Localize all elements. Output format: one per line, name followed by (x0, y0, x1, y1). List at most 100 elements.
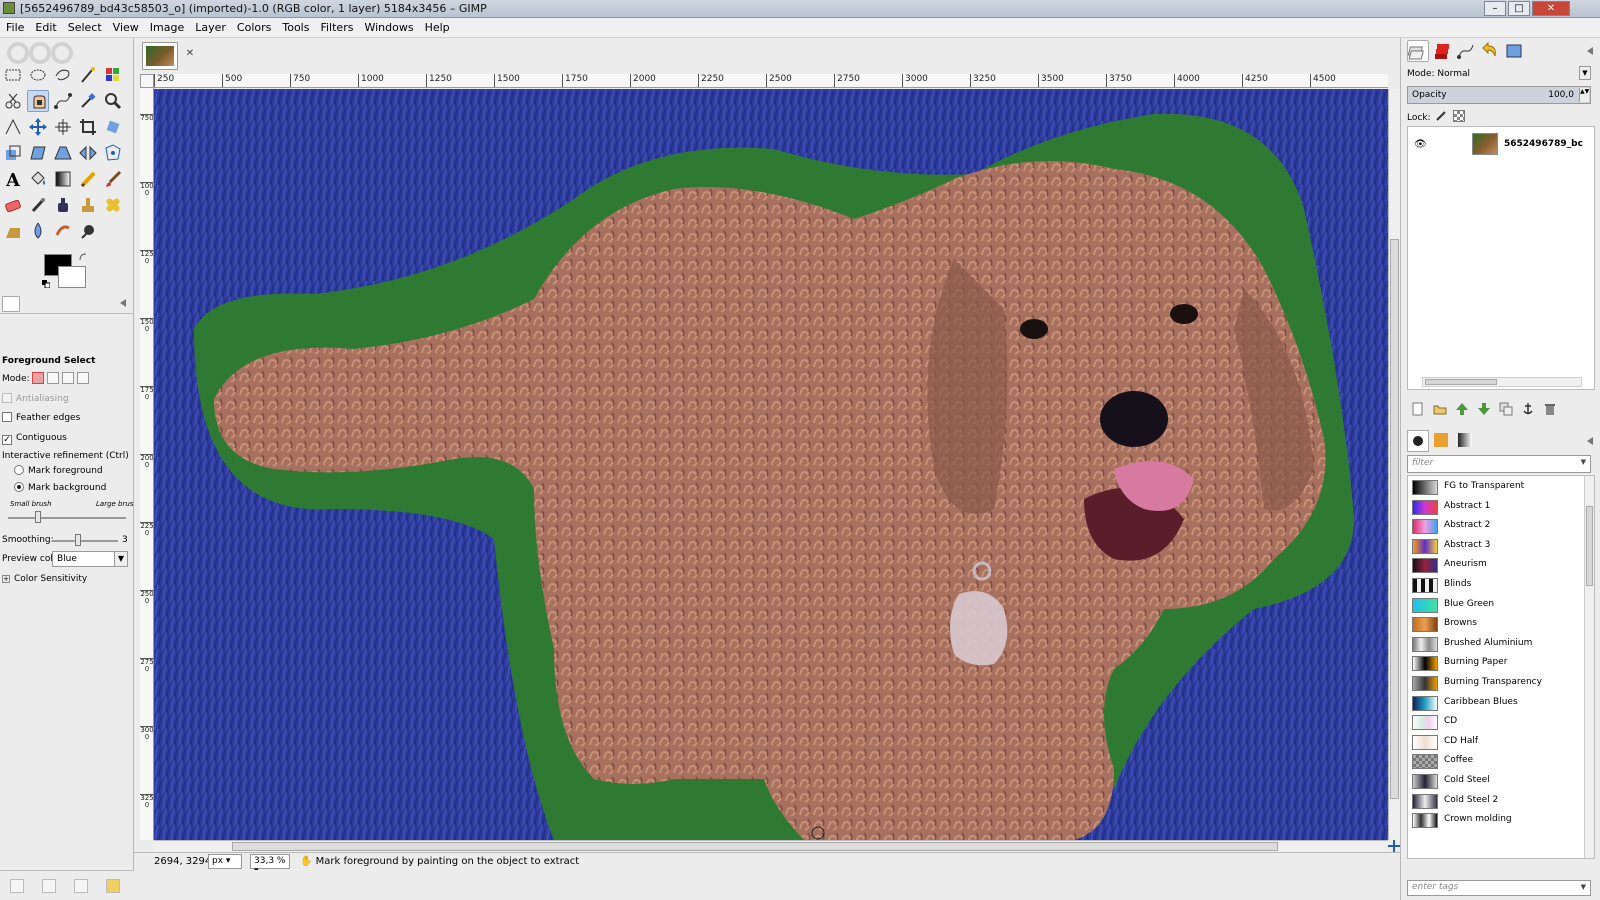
flip-tool-icon[interactable] (77, 142, 99, 164)
duplicate-layer-icon[interactable] (1499, 402, 1513, 416)
gradient-item[interactable]: FG to Transparent (1408, 478, 1584, 497)
dodge-burn-tool-icon[interactable] (77, 220, 99, 242)
channels-tab-icon[interactable] (1431, 40, 1453, 62)
gradient-item[interactable]: Abstract 3 (1408, 537, 1584, 556)
gradient-item[interactable]: Blinds (1408, 576, 1584, 595)
antialiasing-row[interactable]: Antialiasing (2, 393, 69, 404)
gradient-tags-input[interactable]: enter tags ▼ (1407, 880, 1591, 896)
lower-layer-icon[interactable] (1477, 402, 1491, 416)
scissors-select-tool-icon[interactable] (2, 90, 24, 112)
menu-file[interactable]: File (0, 18, 29, 38)
eye-icon[interactable]: 👁 (1414, 139, 1428, 150)
ink-tool-icon[interactable] (52, 194, 74, 216)
minimize-button[interactable]: – (1484, 1, 1506, 16)
color-picker-tool-icon[interactable] (77, 90, 99, 112)
measure-tool-icon[interactable] (2, 116, 24, 138)
free-select-tool-icon[interactable] (52, 64, 74, 86)
gradients-scrollbar[interactable] (1584, 476, 1594, 858)
unit-select[interactable]: px ▾ (208, 854, 242, 869)
align-tool-icon[interactable] (52, 116, 74, 138)
blend-tool-icon[interactable] (52, 168, 74, 190)
menu-help[interactable]: Help (419, 18, 455, 38)
mode-intersect-button[interactable] (77, 372, 90, 384)
mode-add-button[interactable] (47, 372, 60, 384)
menu-select[interactable]: Select (62, 18, 107, 38)
tab-menu-icon[interactable] (118, 298, 128, 308)
eraser-tool-icon[interactable] (2, 194, 24, 216)
gradient-item[interactable]: Cold Steel (1408, 772, 1584, 791)
gradients-scroll-thumb[interactable] (1586, 506, 1593, 586)
layers-hscroll[interactable] (1422, 377, 1582, 387)
brushes-tab-icon[interactable] (1407, 430, 1429, 452)
gradient-item[interactable]: Caribbean Blues (1408, 694, 1584, 713)
images-tab-icon[interactable] (1503, 40, 1525, 62)
reset-options-icon[interactable] (106, 879, 120, 893)
image-tab[interactable] (142, 42, 178, 70)
horizontal-ruler[interactable]: 250 500 750 1000 1250 1500 1750 2000 225… (154, 74, 1388, 88)
menu-view[interactable]: View (107, 18, 144, 38)
heal-tool-icon[interactable] (102, 194, 124, 216)
new-layer-group-icon[interactable] (1433, 402, 1447, 416)
navigate-icon[interactable] (1388, 840, 1400, 852)
delete-options-icon[interactable] (74, 879, 88, 893)
gradient-item[interactable]: Cold Steel 2 (1408, 792, 1584, 811)
mark-foreground-row[interactable]: Mark foreground (14, 465, 103, 476)
contiguous-checkbox[interactable]: ✓ (2, 435, 12, 445)
dock-menu-icon[interactable] (1585, 46, 1595, 56)
contiguous-row[interactable]: ✓ Contiguous (2, 433, 67, 445)
feather-edges-row[interactable]: Feather edges (2, 412, 80, 423)
mark-foreground-radio[interactable] (14, 465, 24, 475)
select-by-color-tool-icon[interactable] (102, 64, 124, 86)
save-options-icon[interactable] (10, 879, 24, 893)
smoothing-slider-handle[interactable] (75, 534, 81, 546)
layers-tab-icon[interactable] (1407, 40, 1429, 62)
mark-background-row[interactable]: Mark background (14, 482, 106, 493)
close-button[interactable]: ✕ (1532, 1, 1570, 16)
raise-layer-icon[interactable] (1455, 402, 1469, 416)
gradient-item[interactable]: CD (1408, 713, 1584, 732)
opacity-slider[interactable]: Opacity 100,0 ▲▼ (1407, 86, 1591, 104)
layer-row[interactable]: 👁 5652496789_bc (1408, 131, 1594, 159)
lock-alpha-icon[interactable] (1453, 110, 1465, 122)
zoom-select[interactable]: 33,3 % ▾ (250, 854, 290, 876)
paintbrush-tool-icon[interactable] (102, 168, 124, 190)
cage-transform-tool-icon[interactable] (102, 142, 124, 164)
smudge-tool-icon[interactable] (52, 220, 74, 242)
gradient-filter-input[interactable]: filter ▼ (1407, 455, 1591, 473)
gradient-item[interactable]: Abstract 1 (1408, 498, 1584, 517)
color-sensitivity-expander[interactable]: + Color Sensitivity (2, 574, 87, 584)
swap-colors-icon[interactable] (78, 252, 88, 262)
paths-tab-icon[interactable] (1455, 40, 1477, 62)
layers-hscroll-thumb[interactable] (1425, 379, 1497, 385)
gradient-item[interactable]: Browns (1408, 615, 1584, 634)
shear-tool-icon[interactable] (27, 142, 49, 164)
menu-image[interactable]: Image (144, 18, 189, 38)
preview-color-select[interactable]: Blue ▼ (52, 551, 128, 567)
perspective-tool-icon[interactable] (52, 142, 74, 164)
fuzzy-select-tool-icon[interactable] (77, 64, 99, 86)
quick-mask-corner[interactable] (140, 74, 154, 88)
scale-tool-icon[interactable] (2, 142, 24, 164)
mode-replace-button[interactable] (32, 372, 45, 384)
gradient-item[interactable]: Brushed Aluminium (1408, 635, 1584, 654)
brush-size-slider[interactable] (8, 517, 126, 519)
close-tab-icon[interactable]: ✕ (184, 48, 196, 60)
bucket-fill-tool-icon[interactable] (27, 168, 49, 190)
maximize-button[interactable]: □ (1508, 1, 1530, 16)
menu-tools[interactable]: Tools (276, 18, 314, 38)
perspective-clone-tool-icon[interactable] (2, 220, 24, 242)
gradient-item[interactable]: Burning Paper (1408, 654, 1584, 673)
mark-background-radio[interactable] (14, 482, 24, 492)
layer-mode-select[interactable]: Mode: Normal ▼ (1407, 66, 1591, 82)
menu-windows[interactable]: Windows (358, 18, 418, 38)
background-color-swatch[interactable] (58, 266, 86, 288)
gradient-item[interactable]: Coffee (1408, 752, 1584, 771)
foreground-select-tool-icon[interactable] (27, 90, 49, 112)
undo-history-tab-icon[interactable] (1479, 40, 1501, 62)
patterns-tab-icon[interactable] (1431, 430, 1453, 452)
pencil-tool-icon[interactable] (77, 168, 99, 190)
smoothing-slider[interactable] (52, 540, 118, 542)
clone-tool-icon[interactable] (77, 194, 99, 216)
gradient-item[interactable]: Crown molding (1408, 811, 1584, 830)
horizontal-scrollbar[interactable] (154, 840, 1388, 852)
